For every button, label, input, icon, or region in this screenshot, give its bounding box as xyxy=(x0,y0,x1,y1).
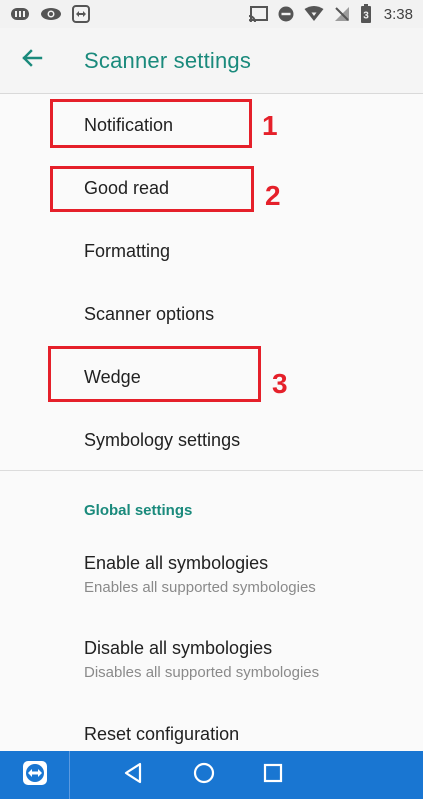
cast-icon xyxy=(248,6,268,22)
list-item-title: Reset configuration xyxy=(84,724,240,744)
list-item-scanner-options[interactable]: Scanner options xyxy=(84,304,214,325)
do-not-disturb-icon xyxy=(278,6,294,22)
list-item-enable-all-symbologies[interactable]: Enable all symbologies Enables all suppo… xyxy=(84,553,316,596)
back-arrow-icon xyxy=(21,47,43,74)
recents-square-icon xyxy=(263,763,283,788)
category-global-settings: Global settings xyxy=(84,502,193,519)
teamviewer-icon xyxy=(22,760,48,791)
annotation-box-2 xyxy=(50,166,254,212)
list-item-summary: Disables all supported symbologies xyxy=(84,664,320,681)
eye-icon xyxy=(40,7,62,21)
list-item-title: Disable all symbologies xyxy=(84,638,273,658)
list-item-symbology-settings[interactable]: Symbology settings xyxy=(84,430,240,451)
list-item-reset-configuration[interactable]: Reset configuration xyxy=(84,724,239,745)
wifi-icon xyxy=(304,6,324,22)
annotation-label-3: 3 xyxy=(272,368,288,399)
nav-home-button[interactable] xyxy=(179,751,229,799)
list-item-summary: Enables all supported symbologies xyxy=(84,579,316,596)
back-triangle-icon xyxy=(123,762,143,789)
status-bar: 3 3:38 xyxy=(0,0,423,28)
list-item-title: Enable all symbologies xyxy=(84,553,269,573)
list-item-title: Scanner options xyxy=(84,304,215,324)
annotation-box-3 xyxy=(48,346,261,402)
home-circle-icon xyxy=(193,762,215,789)
storage-icon xyxy=(10,7,30,21)
list-item-title: Formatting xyxy=(84,241,171,261)
signal-off-icon xyxy=(334,6,350,22)
list-item-formatting[interactable]: Formatting xyxy=(84,241,170,262)
back-button[interactable] xyxy=(0,28,64,94)
annotation-label-2: 2 xyxy=(265,180,281,211)
nav-recents-button[interactable] xyxy=(248,751,298,799)
section-divider xyxy=(0,470,423,471)
annotation-label-1: 1 xyxy=(262,110,278,141)
annotation-box-1 xyxy=(50,99,252,148)
status-time: 3:38 xyxy=(383,5,413,23)
teamviewer-button[interactable] xyxy=(0,751,70,799)
teamviewer-icon xyxy=(72,5,90,23)
status-right-icons: 3 3:38 xyxy=(248,4,413,24)
page-title: Scanner settings xyxy=(84,47,252,73)
app-bar: Scanner settings xyxy=(0,28,423,94)
battery-icon: 3 xyxy=(360,4,372,24)
list-item-title: Symbology settings xyxy=(84,430,241,450)
nav-back-button[interactable] xyxy=(108,751,158,799)
nav-bar xyxy=(0,751,423,799)
status-left-icons xyxy=(10,5,90,23)
list-item-disable-all-symbologies[interactable]: Disable all symbologies Disables all sup… xyxy=(84,638,319,681)
battery-level: 3 xyxy=(363,11,369,22)
